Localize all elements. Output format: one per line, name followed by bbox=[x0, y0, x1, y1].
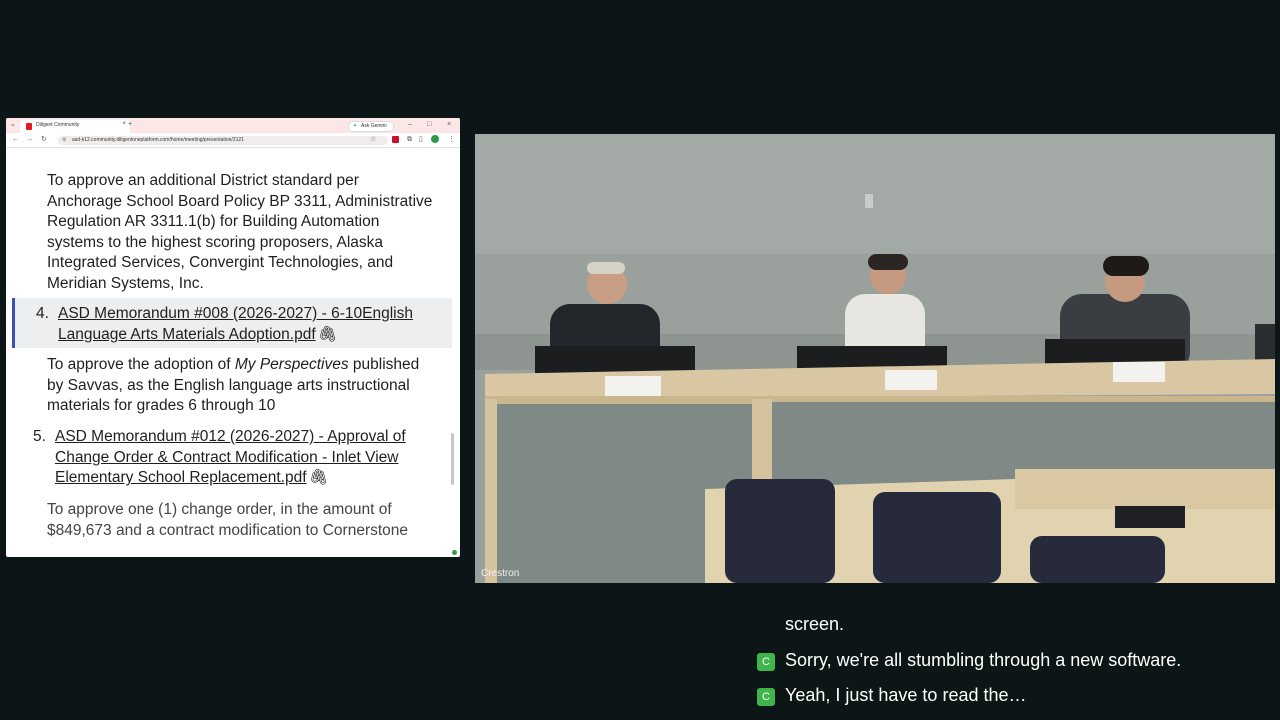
forward-icon[interactable]: → bbox=[26, 136, 33, 143]
caption-line: Yeah, I just have to read the… bbox=[785, 685, 1027, 705]
wall-outlet bbox=[865, 194, 873, 208]
intro-line: Meridian Systems, Inc. bbox=[47, 274, 204, 292]
extensions-icon[interactable]: ⧉ bbox=[407, 136, 412, 143]
person-center-hair bbox=[868, 254, 908, 270]
item-number: 5. bbox=[33, 428, 46, 445]
intro-line: Integrated Services, Convergint Technolo… bbox=[47, 254, 394, 272]
intro-line: Regulation AR 3311.1(b) for Building Aut… bbox=[47, 213, 380, 231]
desc-text: published bbox=[348, 356, 420, 373]
meeting-scene bbox=[475, 134, 1275, 583]
link-line: ASD Memorandum #012 (2026-2027) - Approv… bbox=[55, 428, 406, 445]
intro-line: To approve an additional District standa… bbox=[47, 172, 359, 189]
tab-search-icon[interactable]: ⌄ bbox=[10, 121, 16, 128]
status-dot bbox=[452, 550, 457, 555]
upper-wall bbox=[475, 134, 1275, 254]
item-4-description: To approve the adoption of My Perspectiv… bbox=[47, 355, 447, 417]
desc-line: by Savvas, as the English language arts … bbox=[47, 376, 410, 394]
caption-line: Sorry, we're all stumbling through a new… bbox=[785, 650, 1182, 670]
link-line: ASD Memorandum #008 (2026-2027) - 6-10En… bbox=[58, 305, 413, 322]
ask-gemini-label: Ask Gemini bbox=[361, 123, 387, 129]
chair-2 bbox=[873, 492, 1001, 583]
close-tab-icon[interactable]: × bbox=[122, 121, 126, 127]
menu-kebab-icon[interactable]: ⋮ bbox=[448, 136, 455, 143]
nameplate-right bbox=[1113, 362, 1165, 382]
intro-line: Anchorage School Board Policy BP 3311, A… bbox=[47, 192, 433, 210]
profile-avatar[interactable] bbox=[431, 135, 439, 143]
dais-post-left bbox=[485, 399, 497, 583]
desc-text: To approve the adoption of bbox=[47, 356, 235, 373]
desc-line: To approve one (1) change order, in the … bbox=[47, 501, 392, 518]
agenda-item-5: 5. ASD Memorandum #012 (2026-2027) - App… bbox=[12, 421, 449, 489]
reload-icon[interactable]: ↻ bbox=[41, 136, 47, 143]
desc-line: materials for grades 6 through 10 bbox=[47, 397, 276, 415]
link-line: Language Arts Materials Adoption.pdf bbox=[58, 325, 316, 343]
scrollbar-thumb[interactable] bbox=[451, 433, 454, 485]
site-info-icon[interactable]: ⚙ bbox=[62, 137, 66, 143]
diligent-logo-icon bbox=[26, 123, 32, 130]
back-icon[interactable]: ← bbox=[12, 136, 19, 143]
console-device bbox=[1115, 506, 1185, 528]
browser-window: ⌄ Diligent Community × + ✦ Ask Gemini – … bbox=[6, 118, 460, 557]
caption-speaker-badge: C bbox=[757, 688, 775, 706]
nameplate-center bbox=[885, 370, 937, 390]
video-feed[interactable]: Crestron bbox=[475, 134, 1275, 583]
person-right-hair bbox=[1103, 256, 1149, 276]
paperclip-icon: 🖇 bbox=[308, 469, 329, 487]
sidepanel-icon[interactable]: ▯ bbox=[419, 136, 423, 143]
item-5-description: To approve one (1) change order, in the … bbox=[47, 500, 447, 541]
side-desk bbox=[1015, 469, 1275, 509]
intro-paragraph: To approve an additional District standa… bbox=[47, 171, 447, 295]
gemini-icon: ✦ bbox=[353, 123, 358, 129]
video-source-label: Crestron bbox=[481, 568, 520, 579]
paperclip-icon: 🖇 bbox=[317, 325, 338, 343]
desc-line: $849,673 and a contract modification to … bbox=[47, 521, 409, 539]
person-left-hair bbox=[587, 262, 625, 274]
minimize-icon[interactable]: – bbox=[408, 121, 412, 128]
item-number: 4. bbox=[36, 305, 49, 322]
memo-008-link[interactable]: ASD Memorandum #008 (2026-2027) - 6-10En… bbox=[58, 304, 448, 345]
nameplate-left bbox=[605, 376, 661, 396]
maximize-icon[interactable]: □ bbox=[427, 121, 431, 128]
agenda-document: To approve an additional District standa… bbox=[6, 148, 460, 557]
tab-strip: ⌄ Diligent Community × + ✦ Ask Gemini – … bbox=[6, 118, 460, 133]
url-text: asd-k12.community.diligentoneplatform.co… bbox=[72, 137, 244, 143]
caption-speaker-badge: C bbox=[757, 653, 775, 671]
right-monitor bbox=[1255, 324, 1275, 364]
url-bar[interactable]: ⚙ asd-k12.community.diligentoneplatform.… bbox=[58, 136, 388, 145]
tab-title: Diligent Community bbox=[36, 122, 80, 128]
agenda-item-4: 4. ASD Memorandum #008 (2026-2027) - 6-1… bbox=[12, 298, 452, 348]
memo-012-link[interactable]: ASD Memorandum #012 (2026-2027) - Approv… bbox=[55, 427, 445, 489]
address-row: ← → ↻ ⚙ asd-k12.community.diligentonepla… bbox=[6, 133, 460, 148]
bookmark-star-icon[interactable]: ☆ bbox=[370, 136, 376, 143]
intro-line: systems to the highest scoring proposers… bbox=[47, 233, 383, 251]
chair-1 bbox=[725, 479, 835, 583]
link-line: Change Order & Contract Modification - I… bbox=[55, 448, 399, 466]
acrobat-extension-icon[interactable] bbox=[392, 136, 399, 143]
link-line-with-icon: Elementary School Replacement.pdf 🖇 bbox=[55, 468, 445, 489]
ask-gemini-button[interactable]: ✦ Ask Gemini bbox=[348, 121, 394, 132]
link-line-with-icon: Language Arts Materials Adoption.pdf 🖇 bbox=[58, 325, 448, 346]
desc-title: My Perspectives bbox=[234, 356, 349, 373]
new-tab-icon[interactable]: + bbox=[128, 121, 132, 128]
chair-3 bbox=[1030, 536, 1165, 583]
link-line: Elementary School Replacement.pdf bbox=[55, 469, 307, 487]
caption-line: screen. bbox=[785, 614, 845, 634]
desc-line: To approve the adoption of My Perspectiv… bbox=[47, 355, 447, 376]
close-window-icon[interactable]: × bbox=[447, 121, 451, 128]
tab-diligent-community[interactable]: Diligent Community × bbox=[20, 120, 130, 133]
